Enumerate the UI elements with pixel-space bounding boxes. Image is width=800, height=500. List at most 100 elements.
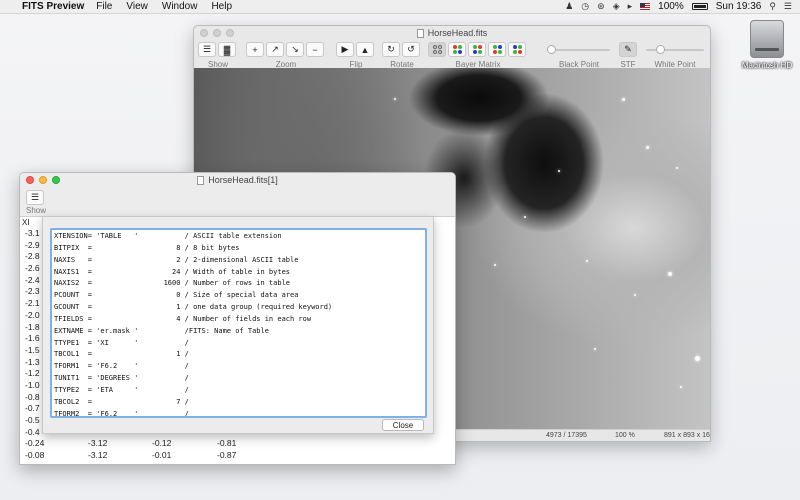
star [680, 386, 682, 388]
header-line: TBCOL2 = 7 / [54, 397, 189, 406]
table-cell: -2.8 [25, 251, 40, 262]
bluetooth-icon[interactable]: ⊛ [597, 1, 605, 12]
table-toolbar: ☰ Show [20, 187, 455, 217]
desktop-disk[interactable]: Macintosh HD [737, 20, 797, 70]
header-line: TUNIT1 = 'DEGREES ' / [54, 374, 189, 383]
window-controls [26, 176, 60, 184]
main-titlebar[interactable]: HorseHead.fits [194, 26, 710, 40]
close-window-button[interactable] [200, 29, 208, 37]
header-line: NAXIS2 = 1600 / Number of rows in table [54, 279, 291, 288]
white-point-slider[interactable] [646, 45, 704, 54]
bayer-grbg-icon [472, 45, 482, 54]
hard-disk-icon[interactable] [750, 20, 784, 58]
pixel-value-readout: 4973 / 17395 [546, 432, 587, 439]
time-machine-icon[interactable]: ◷ [581, 1, 589, 12]
menu-help[interactable]: Help [211, 1, 232, 12]
table-cell: -3.12 [88, 438, 108, 449]
table-cell: -0.7 [25, 403, 40, 414]
bayer-none-button[interactable] [428, 42, 446, 57]
spotlight-icon[interactable]: ⚲ [769, 1, 776, 12]
header-line: BITPIX = 8 / 8 bit bytes [54, 243, 240, 252]
battery-icon[interactable] [691, 3, 708, 10]
zoom-out-button[interactable]: − [306, 42, 324, 57]
zoom-window-button[interactable] [52, 176, 60, 184]
stf-button[interactable]: ✎ [619, 42, 637, 57]
star [695, 356, 700, 361]
wand-icon: ✎ [624, 44, 632, 54]
table-cell: -1.3 [25, 356, 40, 367]
header-line: NAXIS1 = 24 / Width of table in bytes [54, 267, 291, 276]
header-line: EXTNAME = 'er.mask ' /FITS: Name of Tabl… [54, 326, 269, 335]
bayer-gbrg-button[interactable] [488, 42, 506, 57]
minimize-window-button[interactable] [213, 29, 221, 37]
person-icon[interactable]: ♟ [565, 1, 573, 12]
zoom-in-button[interactable]: + [246, 42, 264, 57]
rotate-clockwise-button[interactable]: ↻ [382, 42, 400, 57]
bayer-grbg-button[interactable] [468, 42, 486, 57]
window-title: HorseHead.fits [427, 28, 488, 38]
minimize-window-button[interactable] [39, 176, 47, 184]
header-line: XTENSION= 'TABLE ' / ASCII table extensi… [54, 232, 282, 240]
table-cell: -2.6 [25, 263, 40, 274]
black-point-knob[interactable] [546, 45, 556, 54]
zoom-group: + ↗ ↘ − [246, 42, 324, 57]
menu-view[interactable]: View [126, 1, 148, 12]
flip-horizontal-button[interactable]: ▶ [336, 42, 354, 57]
column-header-xi[interactable]: XI [22, 218, 30, 227]
header-line: TFORM2 = 'F6.2 ' / [54, 409, 189, 418]
star [676, 167, 678, 169]
bayer-bggr-icon [512, 45, 522, 54]
flip-vertical-button[interactable]: ▲ [356, 42, 374, 57]
star [494, 264, 496, 266]
bayer-group [428, 42, 526, 57]
header-line: TTYPE1 = 'XI ' / [54, 338, 189, 347]
table-row[interactable]: -0.24 -3.12 -0.12 -0.81 [20, 438, 455, 450]
histogram-button[interactable]: ▓ [218, 42, 236, 57]
stf-group: ✎ [619, 42, 637, 57]
zoom-fit-button[interactable]: ↗ [266, 42, 284, 57]
star [394, 98, 396, 100]
disk-label: Macintosh HD [741, 61, 793, 70]
flip-vertical-icon: ▲ [360, 44, 370, 55]
table-cell: -0.08 [25, 450, 45, 461]
show-group: ☰ ▓ [198, 42, 236, 57]
document-icon [197, 175, 205, 185]
table-titlebar[interactable]: HorseHead.fits[1] [20, 173, 455, 187]
flip-group: ▶ ▲ [336, 42, 374, 57]
list-icon: ☰ [202, 44, 212, 54]
clock[interactable]: Sun 19:36 [716, 1, 762, 12]
volume-icon[interactable]: ▸ [628, 1, 633, 12]
zoom-window-button[interactable] [226, 29, 234, 37]
menu-app-name[interactable]: FITS Preview [22, 1, 84, 12]
collapse-icon: ↘ [291, 44, 299, 54]
white-point-knob[interactable] [656, 45, 665, 54]
bayer-rggb-icon [452, 45, 462, 54]
window-controls [200, 29, 234, 37]
show-header-button[interactable]: ☰ [26, 190, 44, 205]
bayer-rggb-button[interactable] [448, 42, 466, 57]
table-row[interactable]: -0.08 -3.12 -0.01 -0.87 [20, 450, 455, 462]
header-list-button[interactable]: ☰ [198, 42, 216, 57]
zoom-actual-button[interactable]: ↘ [286, 42, 304, 57]
menu-window[interactable]: Window [162, 1, 198, 12]
flag-icon[interactable] [640, 3, 651, 10]
notification-center-icon[interactable]: ☰ [784, 1, 792, 12]
star [594, 348, 596, 350]
rotate-clockwise-icon: ↻ [387, 44, 395, 54]
rotate-group: ↻ ↺ [382, 42, 420, 57]
close-window-button[interactable] [26, 176, 34, 184]
fits-header-text[interactable]: XTENSION= 'TABLE ' / ASCII table extensi… [50, 228, 427, 418]
table-cell: -2.1 [25, 298, 40, 309]
zoom-readout: 100 % [615, 432, 635, 439]
rotate-counterclockwise-button[interactable]: ↺ [402, 42, 420, 57]
table-cell: -2.9 [25, 239, 40, 250]
bayer-none-icon [432, 45, 442, 54]
menu-file[interactable]: File [96, 1, 112, 12]
table-cell: -0.01 [152, 450, 172, 461]
close-button[interactable]: Close [382, 419, 424, 431]
header-line: PCOUNT = 0 / Size of special data area [54, 291, 299, 300]
histogram-icon: ▓ [223, 44, 231, 55]
black-point-slider[interactable] [546, 45, 610, 54]
wifi-icon[interactable]: ◈ [613, 1, 620, 12]
bayer-bggr-button[interactable] [508, 42, 526, 57]
